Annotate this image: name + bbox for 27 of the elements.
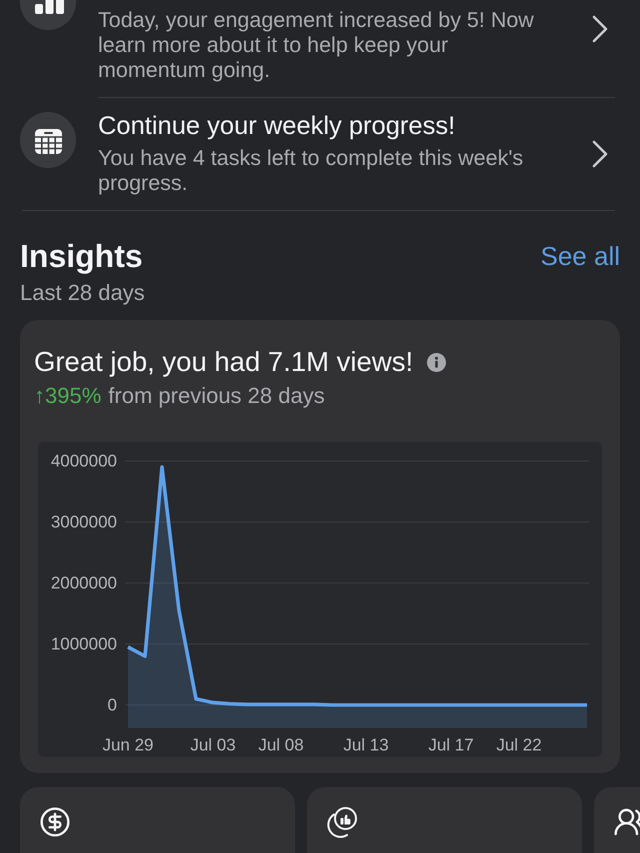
x-axis-label: Jul 17 (428, 736, 474, 754)
dollar-circle-icon (39, 806, 71, 838)
info-icon[interactable] (427, 352, 446, 372)
period-label: Last 28 days (20, 280, 145, 306)
chevron-right-icon[interactable] (592, 140, 608, 168)
x-axis-label: Jul 22 (496, 736, 542, 754)
change-percent: ↑395% (34, 383, 102, 409)
chevron-right-icon[interactable] (592, 14, 608, 42)
x-axis-label: Jul 08 (258, 736, 304, 754)
change-note: from previous 28 days (108, 383, 325, 409)
y-axis-label: 2000000 (50, 574, 117, 592)
thumbs-up-coin-icon (326, 806, 358, 838)
x-axis-label: Jul 03 (190, 736, 236, 754)
insight-headline: Great job, you had 7.1M views! (34, 346, 414, 378)
x-axis-label: Jul 13 (343, 736, 389, 754)
y-axis-label: 4000000 (50, 452, 117, 470)
y-axis-label: 0 (108, 696, 117, 714)
update-description: Today, your engagement increased by 5! Now learn more about it to help keep your momentum going. (98, 8, 535, 82)
calendar-icon (20, 112, 76, 168)
y-axis-label: 3000000 (50, 512, 117, 532)
see-all-link[interactable]: See all (540, 240, 620, 272)
section-title: Insights (20, 237, 143, 275)
update-description: You have 4 tasks left to complete this week's progress. (98, 146, 524, 196)
people-icon (613, 806, 640, 838)
x-axis-label: Jun 29 (102, 736, 154, 754)
y-axis-label: 1000000 (50, 634, 117, 654)
update-title: Continue your weekly progress! (98, 111, 456, 141)
